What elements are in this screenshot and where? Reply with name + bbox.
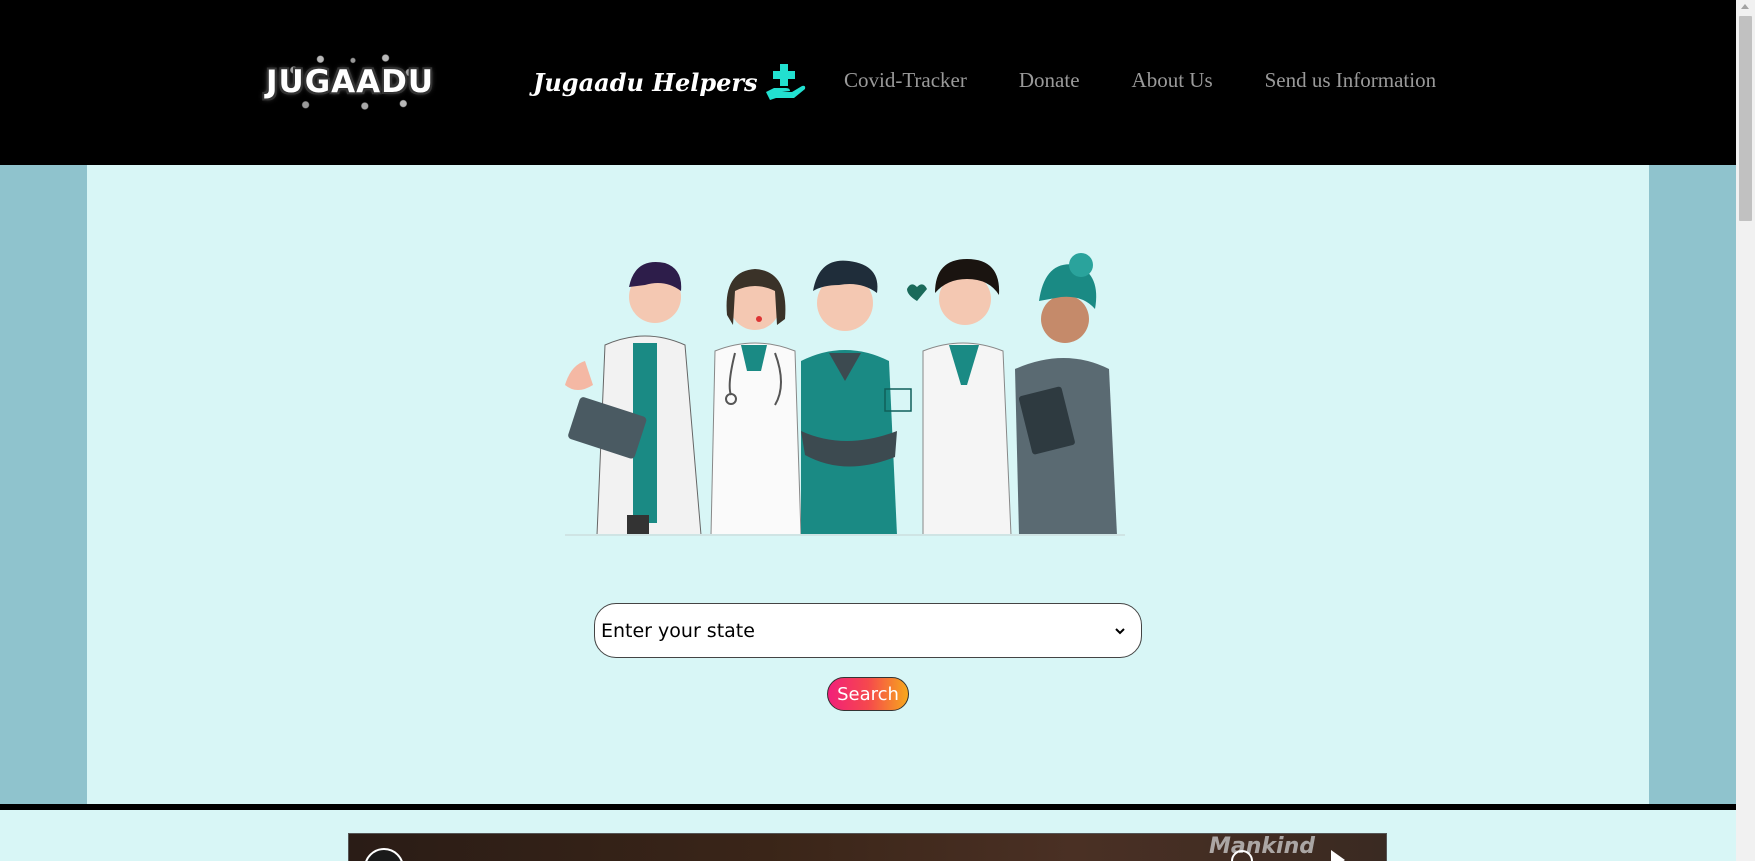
nav-donate[interactable]: Donate [1019, 68, 1080, 93]
hero-section: Enter your state Search [87, 165, 1649, 804]
share-icon[interactable] [1331, 850, 1345, 861]
doctor-figure-4 [922, 259, 1012, 536]
nurse-figure-5 [1015, 253, 1117, 535]
hand-medical-cross-icon [765, 64, 805, 100]
search-button[interactable]: Search [827, 677, 909, 711]
site-header: JUGAADU Jugaadu Helpers Covid-Tracker Do… [0, 0, 1736, 165]
scroll-up-arrow-icon[interactable] [1741, 4, 1749, 9]
state-select[interactable]: Enter your state [594, 603, 1142, 658]
state-select-value: Enter your state [601, 619, 755, 642]
brand-title: Jugaadu Helpers [533, 67, 758, 97]
jugaadu-logo[interactable]: JUGAADU [265, 52, 435, 112]
video-watermark: Mankind [1209, 834, 1315, 859]
video-player[interactable]: Mankind [348, 833, 1387, 861]
doctor-figure-3 [801, 260, 927, 535]
channel-avatar[interactable] [364, 848, 404, 861]
nav-about-us[interactable]: About Us [1132, 68, 1213, 93]
logo-text: JUGAADU [265, 64, 435, 100]
main-nav: Covid-Tracker Donate About Us Send us In… [844, 68, 1436, 93]
chevron-down-icon [1115, 627, 1125, 634]
doctor-figure-2 [710, 269, 802, 536]
doctor-figure-1 [565, 262, 702, 536]
nav-send-us-information[interactable]: Send us Information [1265, 68, 1436, 93]
healthcare-workers-illustration [565, 253, 1125, 536]
brand[interactable]: Jugaadu Helpers [533, 62, 808, 102]
nav-covid-tracker[interactable]: Covid-Tracker [844, 68, 967, 93]
vertical-scrollbar[interactable] [1736, 0, 1755, 861]
scrollbar-thumb[interactable] [1739, 16, 1752, 221]
